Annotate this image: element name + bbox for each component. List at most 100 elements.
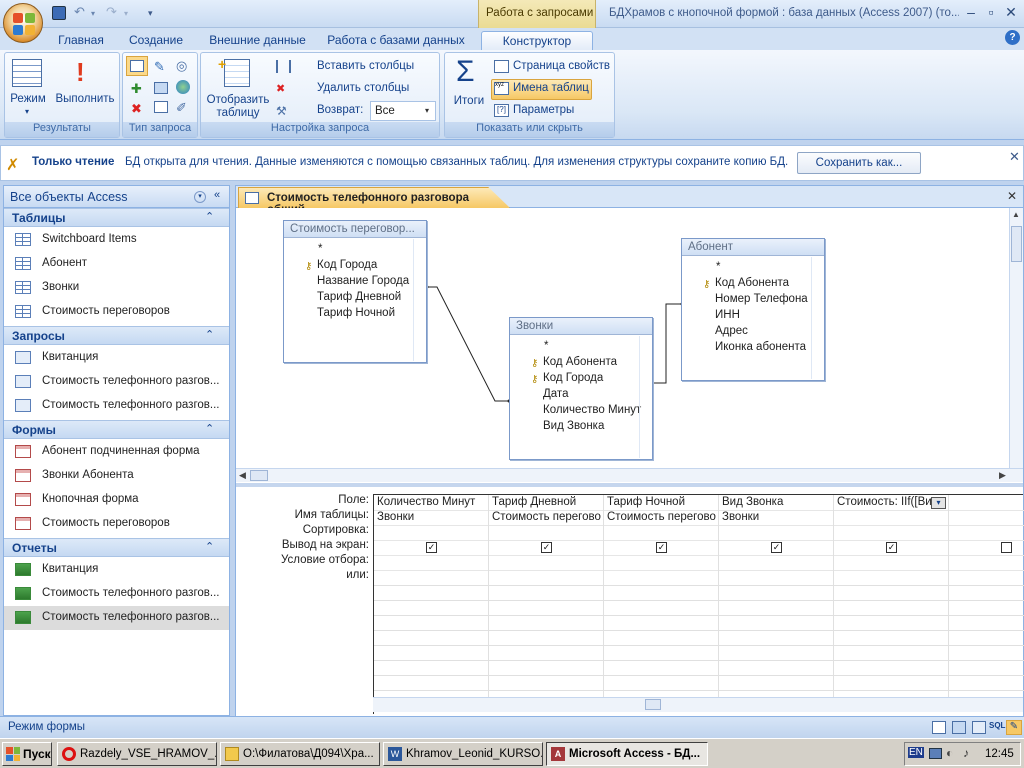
taskbar-item-word[interactable]: W Khramov_Leonid_KURSO... [383,742,543,766]
nav-item-form[interactable]: Абонент подчиненная форма [4,440,229,464]
scroll-thumb[interactable] [645,699,661,710]
make-table-icon[interactable]: ✎ [154,59,165,75]
taskbar-item-folder[interactable]: О:\Филатова\Д094\Хра... [220,742,380,766]
nav-item-query[interactable]: Стоимость телефонного разгов... [4,370,229,394]
field-list-item[interactable]: * [318,243,322,255]
nav-item-query[interactable]: Квитанция [4,346,229,370]
table-area-hscroll[interactable]: ◀ ▶ [236,468,1023,482]
scroll-right-icon[interactable]: ▶ [999,470,1006,481]
return-select[interactable]: Все ▾ [370,101,436,121]
collapse-section-icon[interactable]: ⌃ [205,210,214,223]
grid-table-cell[interactable]: Стоимость перегово [492,511,601,523]
undo-icon[interactable]: ↶ [74,4,88,19]
show-checkbox[interactable]: ✓ [656,542,667,553]
show-table-button[interactable]: Отобразить таблицу [203,94,273,120]
minimize-button[interactable]: – [962,5,980,21]
nav-item-table[interactable]: Стоимость переговоров [4,300,229,324]
speaker-icon[interactable]: ◐ [946,746,953,760]
field-list-scrollbar[interactable] [639,336,652,458]
message-bar-close-icon[interactable]: ✕ [1009,149,1020,165]
field-list-item[interactable]: Номер Телефона [715,293,808,305]
grid-column-selector[interactable] [490,489,602,494]
parameters-button[interactable]: Параметры [513,104,574,116]
nav-section-form[interactable]: Формы ⌃ [4,420,229,439]
taskbar-item-access[interactable]: A Microsoft Access - БД... [546,742,708,766]
nav-section-table[interactable]: Таблицы ⌃ [4,208,229,227]
field-list-item[interactable]: Иконка абонента [715,341,806,353]
nav-item-report[interactable]: Квитанция [4,558,229,582]
nav-header[interactable]: Все объекты Access ▾ « [4,186,229,208]
field-list-header[interactable]: Звонки [510,318,652,335]
union-icon[interactable] [176,80,190,94]
start-button[interactable]: Пуск [2,742,52,766]
totals-button[interactable]: Итоги [448,95,490,108]
field-list-item[interactable]: Вид Звонка [543,420,604,432]
field-dropdown-icon[interactable]: ▾ [931,497,946,509]
field-list-item[interactable]: Код Города [543,372,603,384]
show-checkbox[interactable] [1001,542,1012,553]
field-list-header[interactable]: Абонент [682,239,824,256]
data-definition-icon[interactable]: ✐ [176,100,187,116]
collapse-section-icon[interactable]: ⌃ [205,540,214,553]
undo-dropdown-icon[interactable]: ▾ [91,9,105,23]
nav-item-form[interactable]: Кнопочная форма [4,488,229,512]
show-checkbox[interactable]: ✓ [541,542,552,553]
field-list-item[interactable]: * [544,340,548,352]
network-icon[interactable] [929,748,942,759]
maximize-button[interactable]: ▫ [982,5,1000,21]
grid-table-cell[interactable]: Звонки [377,511,486,523]
grid-column-selector[interactable] [720,489,832,494]
view-button[interactable]: Режим [6,93,50,106]
grid-column-selector[interactable] [605,489,717,494]
scroll-thumb[interactable] [1011,226,1022,262]
nav-item-form[interactable]: Звонки Абонента [4,464,229,488]
field-list-header[interactable]: Стоимость переговор... [284,221,426,238]
table-area-vscroll[interactable]: ▲ [1009,208,1023,468]
nav-item-query[interactable]: Стоимость телефонного разгов... [4,394,229,418]
nav-collapse-icon[interactable]: « [214,189,220,201]
office-button[interactable] [3,3,43,43]
tab-design[interactable]: Конструктор [481,31,593,50]
update-icon[interactable] [154,82,168,94]
grid-field-cell[interactable]: Количество Минут [377,496,486,508]
document-close-icon[interactable]: ✕ [1007,189,1017,203]
grid-table-cell[interactable]: Стоимость перегово [607,511,716,523]
nav-item-report[interactable]: Стоимость телефонного разгов... [4,606,229,630]
tab-home[interactable]: Главная [48,31,114,50]
field-list-item[interactable]: Дата [543,388,568,400]
pivot-chart-view-icon[interactable] [972,721,986,734]
language-indicator[interactable]: EN [908,747,924,758]
field-list-item[interactable]: Код Абонента [543,356,617,368]
field-list-item[interactable]: Название Города [317,275,409,287]
grid-table-cell[interactable]: Звонки [722,511,831,523]
append-icon[interactable]: ✚ [131,81,142,97]
save-icon[interactable] [52,6,66,20]
property-sheet-button[interactable]: Страница свойств [513,60,610,72]
field-list-item[interactable]: * [716,261,720,273]
redo-icon[interactable]: ↷ [106,4,120,19]
tab-create[interactable]: Создание [120,31,192,50]
show-checkbox[interactable]: ✓ [771,542,782,553]
show-checkbox[interactable]: ✓ [886,542,897,553]
field-list-subscriber[interactable]: Абонент * ⚷ Код Абонента Номер Телефона ИНН А… [681,238,825,381]
crosstab-icon[interactable]: ◎ [176,58,187,74]
volume-icon[interactable]: ♪ [963,746,969,760]
close-button[interactable]: ✕ [1002,5,1020,21]
grid-field-cell[interactable]: Вид Звонка [722,496,831,508]
taskbar-item-opera[interactable]: Razdely_VSE_HRAMOV_... [57,742,217,766]
pivot-view-icon[interactable] [952,721,966,734]
run-button[interactable]: Выполнить [51,93,119,106]
customize-qat-icon[interactable]: ▾ [148,8,162,22]
nav-item-table[interactable]: Звонки [4,276,229,300]
field-list-item[interactable]: Количество Минут [543,404,641,416]
design-view-icon[interactable]: ✎ [1006,720,1022,735]
delete-query-icon[interactable]: ✖ [131,101,142,117]
grid-column-selector[interactable] [950,489,1024,494]
scroll-up-icon[interactable]: ▲ [1012,210,1020,219]
scroll-left-icon[interactable]: ◀ [239,470,246,481]
grid-column-selector[interactable] [835,489,947,494]
view-dropdown-icon[interactable]: ▾ [25,107,29,116]
nav-item-form[interactable]: Стоимость переговоров [4,512,229,536]
nav-section-report[interactable]: Отчеты ⌃ [4,538,229,557]
field-list-item[interactable]: Код Города [317,259,377,271]
